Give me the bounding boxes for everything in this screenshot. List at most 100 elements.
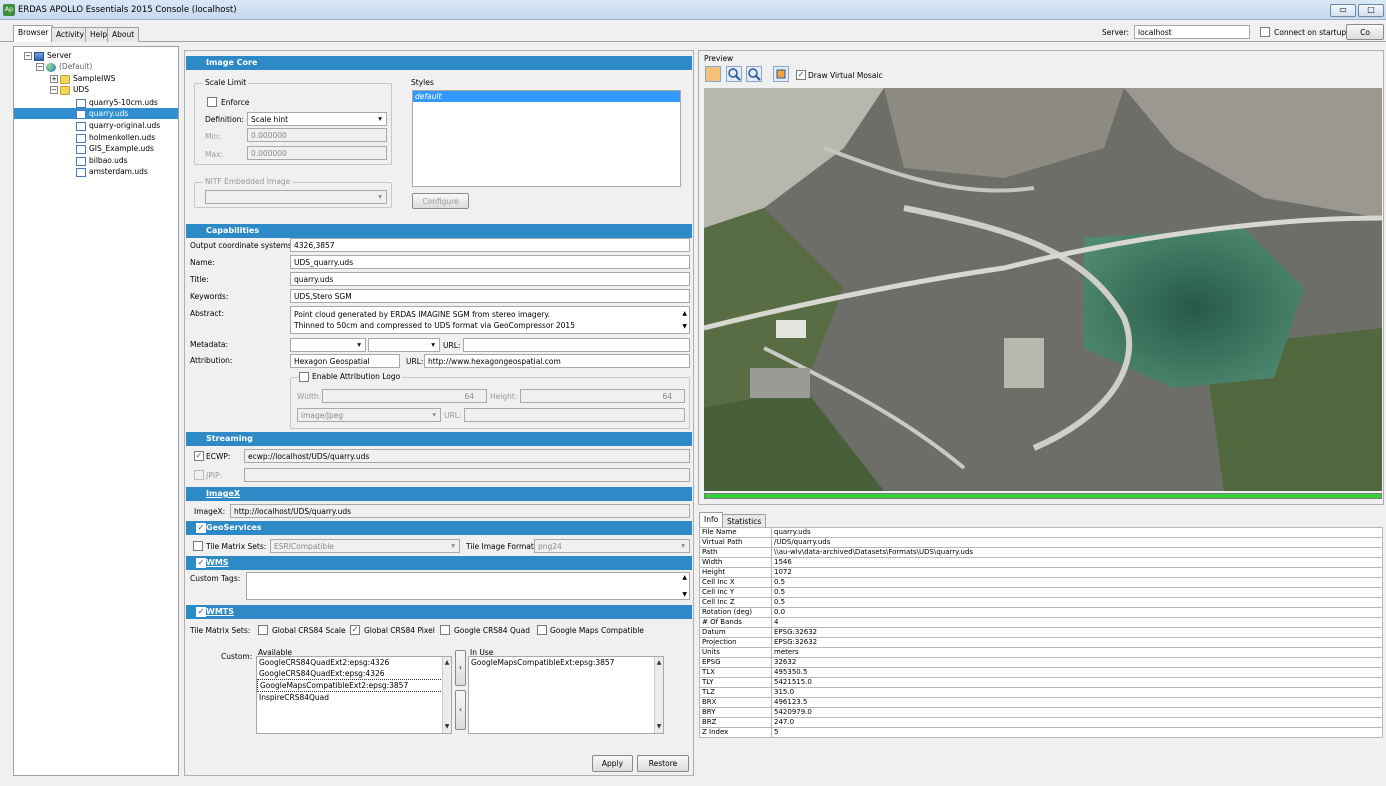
geoservices-checkbox[interactable]: ✓ [196, 523, 206, 533]
logo-height-spinner[interactable]: 64 [520, 389, 685, 403]
list-item[interactable]: GoogleCRS84QuadExt2:epsg:4326 [257, 657, 451, 668]
scroll-up-icon[interactable]: ▲ [682, 308, 687, 319]
tab-activity[interactable]: Activity [51, 27, 90, 42]
wmts-option-checkbox[interactable] [258, 625, 268, 635]
logo-url-input[interactable] [464, 408, 685, 422]
tab-statistics[interactable]: Statistics [722, 514, 767, 527]
metadata-format-select[interactable]: ▾ [368, 338, 440, 352]
section-wmts[interactable]: ✓ WMTS [186, 605, 692, 619]
geo-tms-checkbox[interactable] [193, 541, 203, 551]
geo-tms-select[interactable]: ESRICompatible ▾ [270, 539, 460, 553]
enforce-checkbox[interactable] [207, 97, 217, 107]
tab-about[interactable]: About [107, 27, 140, 42]
tree-file[interactable]: holmenkollen.uds [76, 132, 155, 143]
app-icon: Ap [3, 4, 15, 16]
ocs-input[interactable]: 4326,3857 [290, 238, 690, 252]
section-imagex[interactable]: ImageX [186, 487, 692, 501]
connect-button[interactable]: Co [1346, 24, 1384, 40]
ecwp-input[interactable]: ecwp://localhost/UDS/quarry.uds [244, 449, 690, 463]
min-input[interactable]: 0.000000 [247, 128, 387, 142]
tree-node-sampleiws[interactable]: + SampleIWS [50, 73, 116, 84]
maximize-button[interactable]: □ [1358, 4, 1384, 17]
list-item[interactable]: GoogleMapsCompatibleExt:epsg:3857 [469, 657, 663, 668]
wmts-option-checkbox[interactable] [537, 625, 547, 635]
wms-checkbox[interactable]: ✓ [196, 558, 206, 568]
list-item[interactable]: GoogleCRS84QuadExt:epsg:4326 [257, 668, 451, 679]
wmts-option-checkbox[interactable] [440, 625, 450, 635]
tree-file[interactable]: amsterdam.uds [76, 166, 148, 177]
abstract-textarea[interactable]: Point cloud generated by ERDAS IMAGINE S… [290, 306, 690, 334]
inuse-list[interactable]: GoogleMapsCompatibleExt:epsg:3857 ▲ ▼ [468, 656, 664, 734]
scroll-down-icon[interactable]: ▼ [443, 723, 451, 731]
list-item[interactable]: GoogleMapsCompatibleExt2:epsg:3857 [257, 679, 451, 692]
tree-node-default[interactable]: − (Default) [36, 61, 92, 72]
connect-startup-checkbox[interactable] [1260, 27, 1270, 37]
title-input[interactable]: quarry.uds [290, 272, 690, 286]
tree-file[interactable]: bilbao.uds [76, 155, 128, 166]
section-capabilities[interactable]: Capabilities [186, 224, 692, 238]
metadata-type-select[interactable]: ▾ [290, 338, 366, 352]
tree-file[interactable]: quarry-original.uds [76, 120, 160, 131]
server-input[interactable]: localhost [1134, 25, 1250, 39]
preview-image[interactable] [704, 88, 1382, 491]
table-row: Cell Inc Y 0.5 [699, 587, 1383, 598]
pan-hand-icon[interactable] [705, 66, 721, 82]
styles-list[interactable]: default [412, 90, 681, 187]
scroll-up-icon[interactable]: ▲ [682, 574, 687, 581]
imagex-input[interactable]: http://localhost/UDS/quarry.uds [230, 504, 690, 518]
style-item[interactable]: default [413, 91, 680, 102]
scroll-down-icon[interactable]: ▼ [682, 321, 687, 332]
tree-node-server[interactable]: − Server [24, 50, 72, 61]
section-streaming[interactable]: Streaming [186, 432, 692, 446]
ecwp-checkbox[interactable]: ✓ [194, 451, 204, 461]
move-right-button[interactable]: › [455, 650, 466, 686]
name-input[interactable]: UDS_quarry.uds [290, 255, 690, 269]
info-key: Datum [699, 627, 772, 638]
available-list[interactable]: GoogleCRS84QuadExt2:epsg:4326 GoogleCRS8… [256, 656, 452, 734]
metadata-url-input[interactable] [463, 338, 690, 352]
section-wms[interactable]: ✓ WMS [186, 556, 692, 570]
scroll-down-icon[interactable]: ▼ [682, 591, 687, 598]
info-key: Cell Inc Y [699, 587, 772, 598]
apply-button[interactable]: Apply [592, 755, 633, 772]
enable-logo-checkbox[interactable] [299, 372, 309, 382]
jpip-input[interactable] [244, 468, 690, 482]
chevron-down-icon: ▾ [357, 340, 361, 349]
section-image-core[interactable]: Image Core [186, 56, 692, 70]
zoom-extent-icon[interactable] [773, 66, 789, 82]
minimize-button[interactable]: ▭ [1330, 4, 1356, 17]
definition-select[interactable]: Scale hint ▾ [247, 112, 387, 126]
scroll-up-icon[interactable]: ▲ [655, 659, 663, 667]
move-left-button[interactable]: ‹ [455, 690, 466, 730]
logo-format-select[interactable]: image/jpeg ▾ [297, 408, 441, 422]
attribution-url-input[interactable]: http://www.hexagongeospatial.com [424, 354, 690, 368]
attribution-input[interactable]: Hexagon Geospatial [290, 354, 400, 368]
section-geoservices[interactable]: ✓ GeoServices [186, 521, 692, 535]
wmts-option-checkbox[interactable]: ✓ [350, 625, 360, 635]
jpip-checkbox[interactable] [194, 470, 204, 480]
draw-mosaic-checkbox[interactable]: ✓ [796, 70, 806, 80]
tree-file-selected[interactable]: quarry.uds [14, 108, 178, 119]
keywords-input[interactable]: UDS,Stero SGM [290, 289, 690, 303]
tree-file[interactable]: GIS_Example.uds [76, 143, 154, 154]
zoom-out-icon[interactable] [746, 66, 762, 82]
configure-button[interactable]: Configure [412, 193, 469, 209]
chevron-down-icon: ▾ [451, 541, 455, 550]
logo-width-spinner[interactable]: 64 [322, 389, 487, 403]
zoom-in-icon[interactable] [726, 66, 742, 82]
restore-button[interactable]: Restore [637, 755, 689, 772]
info-key: TLZ [699, 687, 772, 698]
wmts-option-label: Google CRS84 Quad [454, 626, 530, 635]
tab-info[interactable]: Info [699, 512, 724, 527]
scroll-down-icon[interactable]: ▼ [655, 723, 663, 731]
tree-node-uds[interactable]: − UDS [50, 84, 89, 95]
tree-file[interactable]: quarry5-10cm.uds [76, 97, 158, 108]
list-item[interactable]: InspireCRS84Quad [257, 692, 451, 703]
tab-browser[interactable]: Browser [13, 25, 54, 42]
geo-format-select[interactable]: png24 ▾ [534, 539, 690, 553]
nitf-select[interactable]: ▾ [205, 190, 387, 204]
wmts-checkbox[interactable]: ✓ [196, 607, 206, 617]
scroll-up-icon[interactable]: ▲ [443, 659, 451, 667]
max-input[interactable]: 0.000000 [247, 146, 387, 160]
custom-tags-textarea[interactable]: ▲ ▼ [246, 572, 690, 600]
